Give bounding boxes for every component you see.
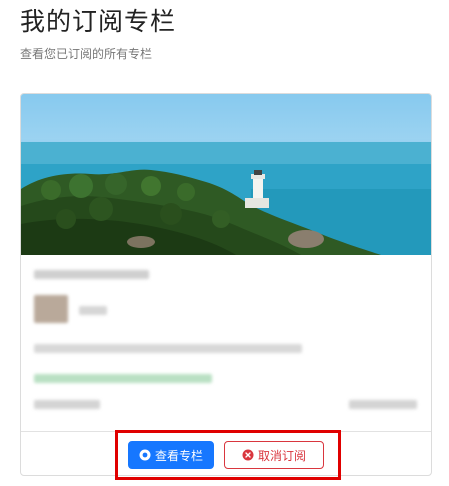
redacted-author-name[interactable] [79,306,107,315]
page-title: 我的订阅专栏 [20,7,177,36]
redacted-meta-left [34,400,100,409]
close-circle-icon [242,449,254,461]
cover-illustration [21,94,431,255]
redacted-column-title [34,270,149,279]
eye-icon [139,449,151,461]
view-column-label: 查看专栏 [154,448,203,463]
redacted-tag-line [34,374,212,383]
column-card: 查看专栏 取消订阅 [20,93,432,476]
view-column-button[interactable]: 查看专栏 [128,441,214,469]
redacted-author-avatar[interactable] [34,295,68,323]
page-subtitle: 查看您已订阅的所有专栏 [20,47,153,61]
redacted-meta-right [349,400,417,409]
unsubscribe-button[interactable]: 取消订阅 [224,441,324,469]
redacted-description [34,344,302,353]
unsubscribe-label: 取消订阅 [257,448,306,463]
column-cover-image[interactable] [21,94,431,255]
card-footer-divider [21,431,431,432]
